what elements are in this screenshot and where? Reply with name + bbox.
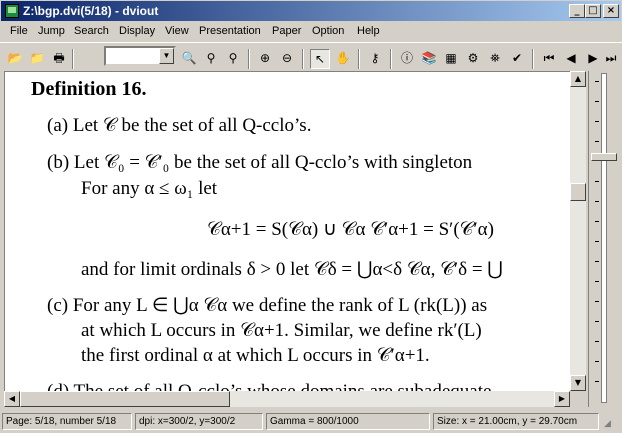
document-line: (d) The set of all Q-cclo’s whose domain… xyxy=(47,381,491,391)
vertical-scroll-thumb[interactable] xyxy=(570,183,586,201)
slider-tick xyxy=(595,181,599,182)
menu-bar: File Jump Search Display View Presentati… xyxy=(0,22,622,41)
status-page: Page: 5/18, number 5/18 xyxy=(2,413,132,430)
toolbar-separator xyxy=(390,49,392,69)
status-dpi: dpi: x=300/2, y=300/2 xyxy=(135,413,263,430)
toolbar-separator xyxy=(532,49,534,69)
document-line: (a) Let 𝒞 be the set of all Q-cclo’s. xyxy=(47,115,312,136)
slider-tick xyxy=(595,281,599,282)
stamp-icon[interactable]: ⛯ xyxy=(486,49,504,67)
toolbar-separator xyxy=(72,49,74,69)
bookmark-icon[interactable]: 📚 xyxy=(420,49,438,67)
definition-heading: Definition 16. xyxy=(31,78,147,100)
chevron-down-icon[interactable]: ▼ xyxy=(159,48,174,64)
menu-help[interactable]: Help xyxy=(357,25,380,37)
vertical-scrollbar[interactable]: ▲ ▼ xyxy=(570,71,586,391)
toolbar-separator xyxy=(248,49,250,69)
document-line: (c) For any L ∈ ⋃α 𝒞α we define the rank… xyxy=(47,295,488,316)
dvi-page: Definition 16. (a) Let 𝒞 be the set of a… xyxy=(5,72,570,391)
first-page-icon[interactable]: ⏮ xyxy=(540,49,558,67)
slider-tick xyxy=(595,241,599,242)
scroll-up-icon[interactable]: ▲ xyxy=(570,71,586,87)
resize-grip-icon[interactable]: ◢ xyxy=(604,418,616,430)
hand-icon[interactable]: ✋ xyxy=(334,49,352,67)
horizontal-scroll-thumb[interactable] xyxy=(20,391,230,407)
scroll-left-icon[interactable]: ◀ xyxy=(4,391,20,407)
app-icon[interactable] xyxy=(5,4,19,18)
next-page-icon[interactable]: ▶ xyxy=(584,49,602,67)
slider-tick xyxy=(595,201,599,202)
document-view[interactable]: Definition 16. (a) Let 𝒞 be the set of a… xyxy=(4,71,570,391)
slider-tick xyxy=(595,261,599,262)
slider-tick xyxy=(595,361,599,362)
zoom-in-icon[interactable]: ⊕ xyxy=(256,49,274,67)
slider-tick xyxy=(595,321,599,322)
select-arrow-icon[interactable]: ↖ xyxy=(310,49,330,69)
maximize-button[interactable]: □ xyxy=(585,4,601,18)
check-icon[interactable]: ✔ xyxy=(508,49,526,67)
slider-tick xyxy=(595,141,599,142)
page-slider-track xyxy=(601,73,607,403)
setup-icon[interactable]: ▦ xyxy=(442,49,460,67)
slider-tick xyxy=(595,101,599,102)
slider-tick xyxy=(595,301,599,302)
window-title: Z:\bgp.dvi(5/18) - dviout xyxy=(23,4,159,18)
prev-page-icon[interactable]: ◀ xyxy=(562,49,580,67)
zoom-out-icon[interactable]: ⊖ xyxy=(278,49,296,67)
document-line: the first ordinal α at which L occurs in… xyxy=(81,345,430,366)
document-equation: 𝒞α+1 = S(𝒞α) ∪ 𝒞α 𝒞′α+1 = S′(𝒞′α) xyxy=(207,219,494,240)
status-gamma: Gamma = 800/1000 xyxy=(266,413,430,430)
open-folder-icon[interactable]: 📂 xyxy=(6,49,24,67)
slider-tick xyxy=(595,121,599,122)
find-icon[interactable]: ⚲ xyxy=(202,49,220,67)
close-button[interactable]: × xyxy=(603,4,619,18)
menu-paper[interactable]: Paper xyxy=(272,25,301,37)
menu-view[interactable]: View xyxy=(165,25,189,37)
magnifier-icon[interactable]: ⚷ xyxy=(366,49,384,67)
info-icon[interactable]: ⓘ xyxy=(398,49,416,67)
slider-tick xyxy=(595,81,599,82)
document-line: and for limit ordinals δ > 0 let 𝒞δ = ⋃α… xyxy=(81,259,503,280)
status-bar: Page: 5/18, number 5/18 dpi: x=300/2, y=… xyxy=(0,410,622,433)
settings-icon[interactable]: ⚙ xyxy=(464,49,482,67)
search-file-icon[interactable]: 🔍 xyxy=(180,49,198,67)
toolbar-separator xyxy=(358,49,360,69)
toolbar-separator xyxy=(302,49,304,69)
menu-jump[interactable]: Jump xyxy=(38,25,65,37)
document-line: For any α ≤ ω₁ let xyxy=(81,178,218,199)
menu-file[interactable]: File xyxy=(10,25,28,37)
slider-tick xyxy=(595,221,599,222)
page-selector[interactable]: ▼ xyxy=(104,46,176,66)
menu-option[interactable]: Option xyxy=(312,25,344,37)
title-bar: Z:\bgp.dvi(5/18) - dviout _ □ × xyxy=(0,0,622,22)
scroll-right-icon[interactable]: ▶ xyxy=(554,391,570,407)
open-file-icon[interactable]: 📁 xyxy=(28,49,46,67)
scroll-down-icon[interactable]: ▼ xyxy=(570,375,586,391)
toolbar: 📂 📁 🖶 🔍 ⚲ ⚲ ⊕ ⊖ ↖ ✋ ⚷ ⓘ 📚 ▦ ⚙ ⛯ ✔ ⏮ ◀ ▶ … xyxy=(0,42,622,72)
status-size: Size: x = 21.00cm, y = 29.70cm xyxy=(433,413,599,430)
page-slider[interactable] xyxy=(588,71,618,407)
page-slider-knob[interactable] xyxy=(591,153,617,161)
menu-presentation[interactable]: Presentation xyxy=(199,25,261,37)
minimize-button[interactable]: _ xyxy=(569,4,585,18)
slider-tick xyxy=(595,381,599,382)
horizontal-scrollbar[interactable]: ◀ ▶ xyxy=(4,391,570,407)
slider-tick xyxy=(595,341,599,342)
last-page-icon[interactable]: ⏭ xyxy=(602,49,620,67)
document-line: (b) Let 𝒞₀ = 𝒞′₀ be the set of all Q-ccl… xyxy=(47,152,473,173)
print-icon[interactable]: 🖶 xyxy=(50,49,68,67)
menu-display[interactable]: Display xyxy=(119,25,155,37)
menu-search[interactable]: Search xyxy=(74,25,109,37)
document-line: at which L occurs in 𝒞α+1. Similar, we d… xyxy=(81,320,482,341)
find-next-icon[interactable]: ⚲ xyxy=(224,49,242,67)
